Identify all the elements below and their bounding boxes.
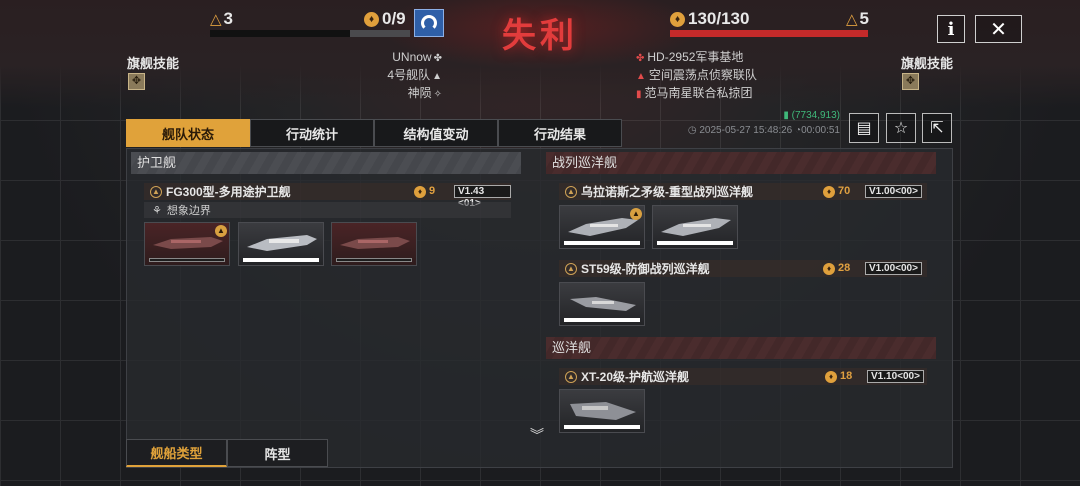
section-battlecruiser: 战列巡洋舰 — [546, 152, 936, 174]
ship-row-fg300[interactable]: ▲FG300型-多用途护卫舰 ♦9 V1.43 <01> — [144, 183, 511, 209]
right-hp-bar — [670, 30, 868, 37]
tab-action-result[interactable]: 行动结果 — [498, 119, 622, 147]
left-hp-bar — [210, 30, 410, 37]
battle-duration: 00:00:51 — [801, 125, 840, 136]
rank-icon: ▲ — [215, 225, 227, 237]
section-cruiser: 巡洋舰 — [546, 337, 936, 359]
ship-card[interactable] — [559, 389, 645, 433]
left-flagship-skill-icon[interactable]: ✥ — [128, 73, 145, 90]
tab-action-stats[interactable]: 行动统计 — [250, 119, 374, 147]
bottom-tabs: 舰船类型 阵型 — [126, 439, 328, 467]
hp-icon: ♦ — [670, 12, 685, 28]
document-icon: ▤ — [856, 120, 872, 137]
left-player-name: UNnow ✤ — [392, 50, 442, 64]
close-button[interactable]: ✕ — [975, 15, 1022, 43]
tab-structure-change[interactable]: 结构值变动 — [374, 119, 498, 147]
report-log-button[interactable]: ▤ — [849, 113, 879, 143]
ship-version: V1.43 <01> — [454, 185, 511, 209]
ship-hp-bar — [149, 258, 225, 262]
favorite-button[interactable]: ☆ — [886, 113, 916, 143]
ship-row-st59[interactable]: ▲ ST59级-防御战列巡洋舰 ♦ 28 V1.00<00> — [559, 260, 927, 277]
alliance-flag-icon: ▮ — [636, 89, 642, 100]
ship-cost: ♦ 9 — [414, 185, 435, 198]
right-flagship-skill-icon[interactable]: ✥ — [902, 73, 919, 90]
report-tabs: 舰队状态 行动统计 结构值变动 行动结果 — [126, 119, 622, 147]
ship-card[interactable] — [559, 282, 645, 326]
ship-class-icon: ▲ — [565, 370, 577, 383]
ship-hp-bar — [336, 258, 412, 262]
ship-version: V1.10<00> — [867, 370, 924, 383]
clock-icon: ◷ — [687, 125, 697, 136]
license-icon: ♦ — [364, 12, 379, 28]
ship-class-icon: ▲ — [565, 185, 577, 198]
ship-cost: ♦ 28 — [823, 262, 850, 275]
ship-card[interactable]: ▲ — [559, 205, 645, 249]
player-icon: ✤ — [433, 53, 442, 64]
ship-hp-bar — [564, 425, 640, 429]
battle-meta: ▮ (7734,913) ◷ 2025-05-27 15:48:26 ◔00:0… — [680, 110, 840, 136]
left-alliance-name: 神陨 ✧ — [407, 86, 442, 100]
right-fleet-name: ▲ 空间震荡点侦察联队 — [636, 68, 757, 82]
right-base-name: ✤ HD-2952军事基地 — [636, 50, 744, 64]
ship-image — [568, 218, 638, 236]
share-button[interactable]: ⇱ — [922, 113, 952, 143]
share-icon: ⇱ — [930, 120, 944, 137]
ship-image — [340, 237, 410, 249]
ship-image — [153, 237, 223, 249]
ship-class-icon: ▲ — [150, 185, 162, 198]
tab-fleet-status[interactable]: 舰队状态 — [126, 119, 250, 147]
ship-row-uranus-spear[interactable]: ▲ 乌拉诺斯之矛级-重型战列巡洋舰 ♦ 70 V1.00<00> — [559, 183, 927, 200]
section-frigate: 护卫舰 — [131, 152, 521, 174]
ship-cost: ♦ 18 — [825, 370, 852, 383]
ship-image — [661, 218, 731, 236]
right-flagship-skill-label: 旗舰技能 — [901, 56, 954, 71]
ship-card[interactable] — [238, 222, 324, 266]
left-flagship-skill-label: 旗舰技能 — [127, 56, 180, 71]
ship-version: V1.00<00> — [865, 185, 922, 198]
faction-emblem-icon — [414, 9, 444, 37]
right-alliance-name: ▮ 范马南星联合私掠团 — [636, 86, 753, 100]
ship-card[interactable] — [652, 205, 738, 249]
tab-ship-type[interactable]: 舰船类型 — [126, 439, 227, 467]
ship-image — [247, 235, 317, 251]
base-icon: ✤ — [636, 53, 645, 64]
ship-image — [570, 297, 636, 311]
ship-cost: ♦ 70 — [823, 185, 850, 198]
right-fleet-count: △ 5 — [846, 9, 870, 28]
module-icon: ⚘ — [152, 204, 162, 217]
ship-row-xt20[interactable]: ▲ XT-20级-护航巡洋舰 ♦ 18 V1.10<00> — [559, 368, 927, 385]
fleet-icon: ▲ — [636, 71, 646, 82]
left-fleet-info: UNnow ✤ 4号舰队 ▲ 神陨 ✧ — [330, 49, 442, 103]
left-license-counter: ♦ 0/9 — [364, 9, 406, 29]
location-pin-icon: ▮ — [783, 110, 792, 121]
ship-class-icon: ▲ — [565, 262, 577, 275]
ship-card[interactable]: ▲ — [144, 222, 230, 266]
info-button[interactable]: i — [937, 15, 965, 43]
scroll-down-chevron-icon[interactable]: ︾ — [530, 425, 544, 445]
rank-icon: ▲ — [630, 208, 642, 220]
battle-coordinates[interactable]: ▮ (7734,913) — [680, 110, 840, 121]
battle-datetime: 2025-05-27 15:48:26 — [699, 125, 793, 136]
right-hp-counter: ♦ 130/130 — [670, 9, 749, 29]
star-icon: ☆ — [893, 120, 909, 137]
ship-hp-bar — [564, 241, 640, 245]
ship-hp-bar — [657, 241, 733, 245]
alliance-icon: ✧ — [433, 89, 442, 100]
ship-card[interactable] — [331, 222, 417, 266]
fleet-icon: ▲ — [432, 71, 442, 82]
battle-report-screen: △ 3 ♦ 0/9 失利 ♦ 130/130 △ 5 i ✕ 旗舰技能 ✥ UNnow ✤… — [0, 0, 1080, 486]
right-fleet-info: ✤ HD-2952军事基地 ▲ 空间震荡点侦察联队 ▮ 范马南星联合私掠团 — [636, 49, 836, 103]
ship-image — [570, 402, 636, 420]
ship-version: V1.00<00> — [865, 262, 922, 275]
ship-hp-bar — [243, 258, 319, 262]
ship-hp-bar — [564, 318, 640, 322]
tab-formation[interactable]: 阵型 — [227, 439, 328, 467]
left-fleet-name: 4号舰队 ▲ — [387, 68, 442, 82]
left-fleet-count: △ 3 — [210, 9, 234, 28]
ship-subtitle: ⚘ 想象边界 — [144, 202, 511, 218]
battle-result-title: 失利 — [502, 17, 578, 55]
